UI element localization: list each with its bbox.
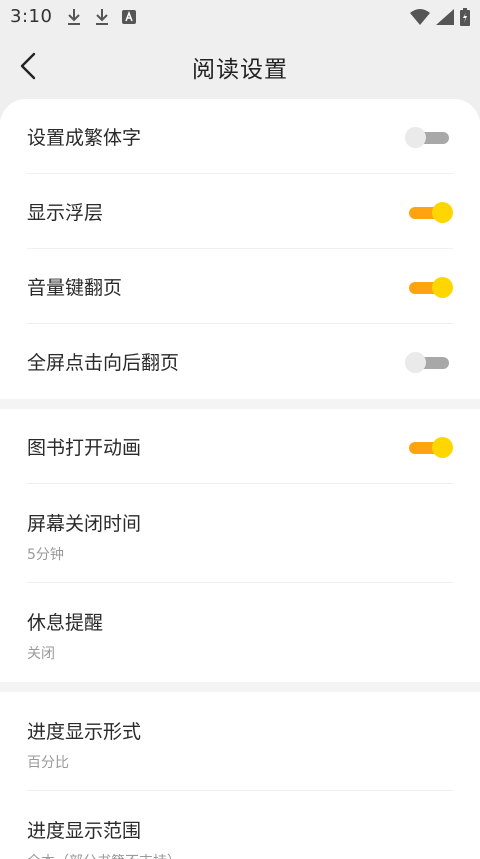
setting-screen-off-time[interactable]: 屏幕关闭时间 5分钟 bbox=[27, 484, 453, 583]
page-title: 阅读设置 bbox=[192, 57, 288, 83]
section-divider bbox=[0, 682, 480, 692]
setting-label: 设置成繁体字 bbox=[27, 127, 142, 149]
setting-rest-reminder[interactable]: 休息提醒 关闭 bbox=[27, 583, 453, 682]
setting-progress-format[interactable]: 进度显示形式 百分比 bbox=[27, 692, 453, 791]
toggle-switch[interactable] bbox=[405, 201, 453, 223]
download-icon bbox=[68, 8, 81, 25]
settings-group-display: 图书打开动画 屏幕关闭时间 5分钟 休息提醒 关闭 bbox=[0, 409, 480, 682]
status-bar: 3:10 bbox=[0, 0, 480, 33]
setting-show-overlay[interactable]: 显示浮层 bbox=[27, 174, 453, 249]
setting-value: 全本（部分书籍不支持） bbox=[27, 851, 181, 859]
section-divider bbox=[0, 399, 480, 409]
setting-value: 5分钟 bbox=[27, 547, 64, 563]
setting-traditional-chinese[interactable]: 设置成繁体字 bbox=[27, 99, 453, 174]
setting-fullscreen-tap-next-page[interactable]: 全屏点击向后翻页 bbox=[27, 324, 453, 399]
toggle-switch[interactable] bbox=[405, 126, 453, 148]
setting-volume-key-page-turn[interactable]: 音量键翻页 bbox=[27, 249, 453, 324]
status-time: 3:10 bbox=[10, 6, 53, 27]
toggle-switch[interactable] bbox=[405, 276, 453, 298]
setting-progress-range[interactable]: 进度显示范围 全本（部分书籍不支持） bbox=[27, 791, 453, 859]
setting-label: 全屏点击向后翻页 bbox=[27, 352, 180, 374]
signal-icon bbox=[436, 8, 454, 25]
setting-value: 关闭 bbox=[27, 646, 55, 662]
setting-label: 显示浮层 bbox=[27, 202, 104, 224]
settings-group-progress: 进度显示形式 百分比 进度显示范围 全本（部分书籍不支持） bbox=[0, 692, 480, 859]
setting-label: 图书打开动画 bbox=[27, 437, 142, 459]
toggle-switch[interactable] bbox=[405, 351, 453, 373]
setting-book-open-animation[interactable]: 图书打开动画 bbox=[27, 409, 453, 484]
battery-icon bbox=[460, 7, 470, 26]
setting-label: 进度显示范围 bbox=[27, 820, 142, 842]
wifi-icon bbox=[410, 8, 430, 25]
settings-group-general: 设置成繁体字 显示浮层 音量键翻页 全屏点击向后翻页 bbox=[0, 99, 480, 399]
settings-card: 设置成繁体字 显示浮层 音量键翻页 全屏点击向后翻页 图书打开动画 屏幕关闭时间… bbox=[0, 99, 480, 859]
header: 阅读设置 bbox=[0, 33, 480, 99]
setting-label: 屏幕关闭时间 bbox=[27, 513, 142, 535]
setting-label: 休息提醒 bbox=[27, 612, 104, 634]
setting-label: 音量键翻页 bbox=[27, 277, 123, 299]
setting-label: 进度显示形式 bbox=[27, 721, 142, 743]
font-icon bbox=[122, 9, 137, 24]
toggle-switch[interactable] bbox=[405, 436, 453, 458]
setting-value: 百分比 bbox=[27, 755, 69, 771]
download-icon bbox=[96, 8, 109, 25]
